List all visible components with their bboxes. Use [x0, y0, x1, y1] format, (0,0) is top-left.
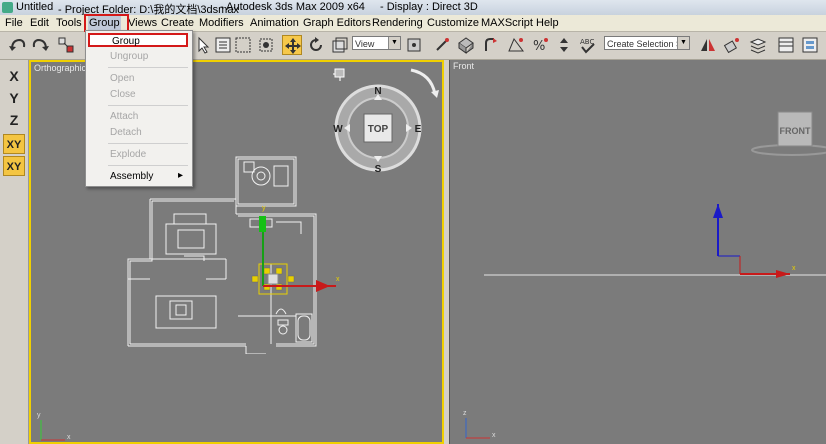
edit-named-selection-icon[interactable]: ABC	[578, 35, 598, 55]
rectangular-selection-icon[interactable]	[233, 35, 253, 55]
viewcube-top-label: TOP	[368, 124, 389, 135]
undo-icon[interactable]	[8, 35, 28, 55]
menu-file[interactable]: File	[4, 16, 24, 30]
select-and-scale-icon[interactable]	[330, 35, 350, 55]
keyboard-shortcut-override-icon[interactable]	[456, 35, 476, 55]
menu-customize[interactable]: Customize	[426, 16, 480, 30]
tripod-x-label: x	[67, 434, 71, 441]
select-and-link-icon[interactable]	[56, 35, 76, 55]
viewport-front[interactable]: Front FRONT x z x	[449, 60, 826, 444]
chevron-down-icon: ▼	[677, 37, 689, 49]
compass-w: W	[333, 124, 343, 135]
chevron-down-icon: ▼	[388, 37, 400, 49]
front-tripod-x-label: x	[492, 432, 496, 439]
y-axis-constraint-button[interactable]: Y	[3, 88, 25, 108]
viewport-label[interactable]: Orthographic	[34, 63, 86, 73]
xy-plane-constraint-button[interactable]: XY	[3, 134, 25, 154]
curve-editor-icon[interactable]	[776, 35, 796, 55]
layer-manager-icon[interactable]	[748, 35, 768, 55]
gizmo-x-label: x	[336, 276, 340, 283]
menu-views[interactable]: Views	[127, 16, 158, 30]
front-grid-and-gizmo	[484, 204, 826, 278]
compass-s: S	[375, 164, 382, 175]
menu-maxscript[interactable]: MAXScript	[480, 16, 534, 30]
reference-coordinate-dropdown[interactable]: View ▼	[352, 36, 401, 50]
xy-plane-flyout-button[interactable]: XY	[3, 156, 25, 176]
group-menu-item-open[interactable]: Open	[110, 73, 134, 84]
menu-create[interactable]: Create	[160, 16, 195, 30]
group-menu-item-ungroup[interactable]: Ungroup	[110, 51, 148, 62]
svg-text:%: %	[533, 39, 545, 54]
front-gizmo-x-label: x	[792, 265, 796, 272]
angle-snap-icon[interactable]	[506, 35, 526, 55]
select-object-icon[interactable]	[194, 35, 214, 55]
menu-modifiers[interactable]: Modifiers	[198, 16, 245, 30]
app-name: - Autodesk 3ds Max 2009 x64	[220, 1, 365, 13]
submenu-arrow-icon: ▸	[178, 170, 184, 181]
menu-divider	[108, 165, 188, 166]
front-tripod-z-label: z	[463, 410, 467, 417]
group-menu-item-group[interactable]: Group	[88, 33, 188, 47]
viewport-label[interactable]: Front	[453, 61, 474, 71]
menu-rendering[interactable]: Rendering	[371, 16, 424, 30]
schematic-view-icon[interactable]	[800, 35, 820, 55]
window-crossing-icon[interactable]	[256, 35, 276, 55]
display-driver: - Display : Direct 3D	[380, 1, 478, 13]
group-menu-item-assembly[interactable]: Assembly	[110, 171, 153, 182]
compass-n: N	[374, 86, 381, 97]
menu-edit[interactable]: Edit	[29, 16, 50, 30]
percent-snap-icon[interactable]: %	[530, 35, 550, 55]
select-and-rotate-icon[interactable]	[306, 35, 326, 55]
snaps-toggle-icon[interactable]	[482, 35, 502, 55]
menu-divider	[108, 143, 188, 144]
rotate-view-arrowhead-icon	[431, 90, 439, 98]
menu-tools[interactable]: Tools	[55, 16, 83, 30]
menu-help[interactable]: Help	[535, 16, 560, 30]
tripod-y-label: y	[37, 412, 41, 419]
home-icon-body	[334, 68, 345, 78]
title-bar: Untitled - Project Folder: D:\我的文档\3dsma…	[0, 0, 826, 16]
x-axis-constraint-button[interactable]: X	[3, 66, 25, 86]
group-menu-item-explode[interactable]: Explode	[110, 149, 146, 160]
viewcube-front-label: FRONT	[780, 126, 811, 136]
spinner-snap-icon[interactable]	[554, 35, 574, 55]
rotate-view-arrow-icon	[410, 68, 437, 95]
gizmo-y-label: y	[262, 205, 266, 212]
coord-system-value: View	[355, 39, 375, 49]
select-and-manipulate-icon[interactable]	[432, 35, 452, 55]
mirror-icon[interactable]	[698, 35, 718, 55]
z-axis-constraint-button[interactable]: Z	[3, 110, 25, 130]
compass-e: E	[415, 124, 422, 135]
menu-divider	[108, 67, 188, 68]
align-icon[interactable]	[722, 35, 742, 55]
axis-constraints-toolbar: X Y Z XY XY	[0, 60, 29, 444]
menu-animation[interactable]: Animation	[249, 16, 300, 30]
app-icon[interactable]	[2, 2, 13, 13]
pivot-center-icon[interactable]	[404, 35, 424, 55]
group-menu-item-close[interactable]: Close	[110, 89, 136, 100]
document-name: Untitled	[16, 1, 54, 13]
select-and-move-icon[interactable]	[282, 35, 302, 55]
menu-divider	[108, 105, 188, 106]
viewcube-front[interactable]: FRONT	[746, 106, 826, 160]
redo-icon[interactable]	[30, 35, 50, 55]
named-selection-set-dropdown[interactable]: Create Selection Set ▼	[604, 36, 690, 50]
menu-graph-editors[interactable]: Graph Editors	[302, 16, 372, 30]
select-by-name-icon[interactable]	[213, 35, 233, 55]
group-menu-item-attach[interactable]: Attach	[110, 111, 138, 122]
group-menu-dropdown: Group Ungroup Open Close Attach Detach E…	[85, 30, 193, 187]
group-menu-item-detach[interactable]: Detach	[110, 127, 142, 138]
world-axis-tripod	[40, 420, 65, 441]
front-axis-tripod	[465, 418, 490, 439]
